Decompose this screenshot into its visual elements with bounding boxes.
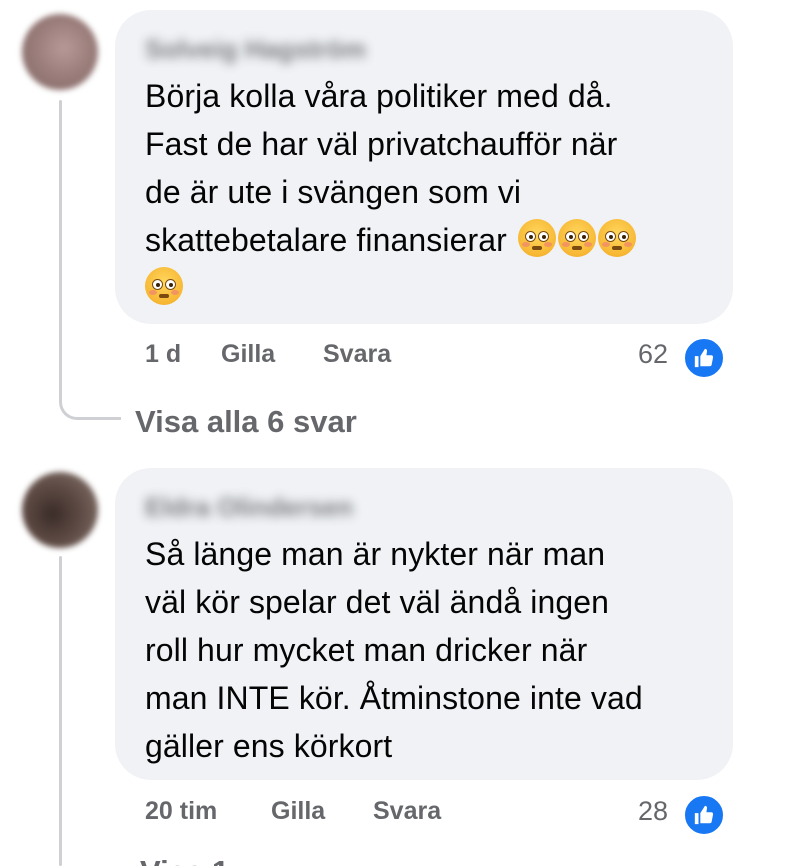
comment-bubble: Eldra Olindersen Så länge man är nykter … (115, 468, 733, 780)
view-replies-link-cutoff[interactable]: Visa 1 (140, 852, 229, 866)
flushed-face-emoji-icon (557, 219, 596, 257)
flushed-face-emoji-icon (597, 219, 636, 257)
flushed-face-emoji-icon (517, 219, 556, 257)
avatar[interactable] (22, 14, 98, 90)
reaction-count[interactable]: 62 (638, 337, 668, 371)
reaction-count[interactable]: 28 (638, 794, 668, 828)
like-button[interactable]: Gilla (221, 337, 275, 371)
comment-author[interactable]: Solveig Hagström (145, 32, 366, 66)
comment-text: Börja kolla våra politiker med då. Fast … (145, 72, 705, 312)
view-all-replies-link[interactable]: Visa alla 6 svar (135, 402, 357, 442)
comment-author[interactable]: Eldra Olindersen (145, 490, 353, 524)
reply-button[interactable]: Svara (323, 337, 391, 371)
comment-timestamp[interactable]: 20 tim (145, 794, 217, 828)
avatar[interactable] (22, 472, 98, 548)
comment-text: Så länge man är nykter när man väl kör s… (145, 536, 643, 764)
like-reaction-icon[interactable] (683, 794, 725, 836)
thread-line (59, 556, 62, 866)
comment-timestamp[interactable]: 1 d (145, 337, 181, 371)
reply-button[interactable]: Svara (373, 794, 441, 828)
comment-actions: 1 d Gilla Svara 62 (145, 337, 745, 379)
thread-line (59, 100, 62, 380)
like-reaction-icon[interactable] (683, 337, 725, 379)
comment-bubble: Solveig Hagström Börja kolla våra politi… (115, 10, 733, 324)
comment-actions: 20 tim Gilla Svara 28 (145, 794, 745, 836)
like-button[interactable]: Gilla (271, 794, 325, 828)
flushed-face-emoji-icon (145, 267, 183, 305)
thread-elbow (59, 368, 121, 420)
